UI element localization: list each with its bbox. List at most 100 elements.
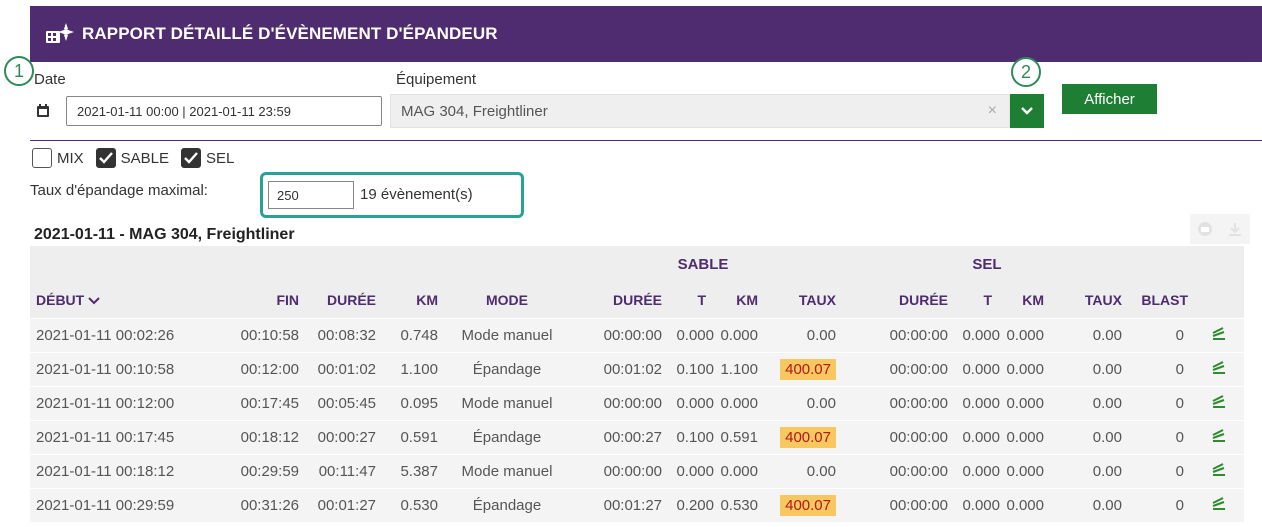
cell-actions bbox=[1194, 385, 1244, 420]
cell-s-km: 1.100 bbox=[714, 351, 764, 386]
cell-mode: Épandage bbox=[452, 351, 562, 386]
col-sel-t[interactable]: T bbox=[954, 282, 1000, 318]
chart-icon[interactable] bbox=[1210, 324, 1228, 342]
cell-blast: 0 bbox=[1130, 351, 1194, 386]
cell-debut: 2021-01-11 00:18:12 bbox=[30, 453, 220, 488]
print-icon[interactable] bbox=[1197, 221, 1213, 237]
col-debut[interactable]: DÉBUT bbox=[30, 282, 220, 318]
col-sel-km[interactable]: KM bbox=[1000, 282, 1050, 318]
table-row: 2021-01-11 00:17:45 00:18:12 00:00:27 0.591… bbox=[30, 419, 1244, 454]
group-header-empty bbox=[1130, 246, 1244, 282]
col-fin[interactable]: FIN bbox=[220, 282, 300, 318]
col-sable-km[interactable]: KM bbox=[714, 282, 764, 318]
cell-e-t: 0.000 bbox=[954, 453, 1000, 488]
checkbox-mix[interactable]: MIX bbox=[32, 148, 84, 168]
col-sable-duree[interactable]: DURÉE bbox=[562, 282, 668, 318]
chart-icon[interactable] bbox=[1210, 460, 1228, 478]
cell-s-t: 0.100 bbox=[668, 419, 714, 454]
col-sel-taux[interactable]: TAUX bbox=[1050, 282, 1130, 318]
spreader-report-icon bbox=[46, 23, 74, 43]
cell-fin: 00:29:59 bbox=[220, 453, 300, 488]
col-mode[interactable]: MODE bbox=[452, 282, 562, 318]
chart-icon[interactable] bbox=[1210, 426, 1228, 444]
checkbox-sel[interactable]: SEL bbox=[181, 148, 234, 168]
checkbox-box[interactable] bbox=[181, 148, 202, 168]
date-range-input[interactable] bbox=[66, 96, 382, 126]
cell-s-duree: 00:00:27 bbox=[562, 419, 668, 454]
date-label: Date bbox=[34, 71, 66, 88]
rate-exceeded-badge: 400.07 bbox=[780, 494, 836, 516]
chevron-down-icon bbox=[1021, 107, 1033, 115]
cell-debut: 2021-01-11 00:02:26 bbox=[30, 317, 220, 352]
checkbox-sable[interactable]: SABLE bbox=[95, 148, 169, 168]
cell-fin: 00:10:58 bbox=[220, 317, 300, 352]
cell-e-duree: 00:00:00 bbox=[844, 419, 954, 454]
cell-e-duree: 00:00:00 bbox=[844, 317, 954, 352]
max-rate-input[interactable] bbox=[268, 181, 354, 209]
cell-s-km: 0.530 bbox=[714, 487, 764, 522]
cell-s-t: 0.200 bbox=[668, 487, 714, 522]
table-row: 2021-01-11 00:02:26 00:10:58 00:08:32 0.748… bbox=[30, 317, 1244, 352]
cell-s-km: 0.000 bbox=[714, 317, 764, 352]
col-sel-duree[interactable]: DURÉE bbox=[844, 282, 954, 318]
cell-e-t: 0.000 bbox=[954, 351, 1000, 386]
col-km[interactable]: KM bbox=[382, 282, 452, 318]
cell-e-taux: 0.00 bbox=[1050, 385, 1130, 420]
cell-km: 0.748 bbox=[382, 317, 452, 352]
download-icon[interactable] bbox=[1227, 221, 1243, 237]
cell-km: 0.530 bbox=[382, 487, 452, 522]
cell-fin: 00:18:12 bbox=[220, 419, 300, 454]
cell-s-duree: 00:01:02 bbox=[562, 351, 668, 386]
checkbox-box[interactable] bbox=[95, 148, 116, 168]
cell-e-km: 0.000 bbox=[1000, 385, 1050, 420]
cell-s-t: 0.000 bbox=[668, 453, 714, 488]
cell-blast: 0 bbox=[1130, 487, 1194, 522]
calendar-icon[interactable] bbox=[36, 104, 50, 118]
cell-e-km: 0.000 bbox=[1000, 487, 1050, 522]
max-rate-label: Taux d'épandage maximal: bbox=[30, 182, 208, 199]
cell-s-duree: 00:00:00 bbox=[562, 317, 668, 352]
cell-e-taux: 0.00 bbox=[1050, 453, 1130, 488]
cell-s-duree: 00:00:00 bbox=[562, 453, 668, 488]
chart-icon[interactable] bbox=[1210, 358, 1228, 376]
cell-km: 0.095 bbox=[382, 385, 452, 420]
col-blast[interactable]: BLAST bbox=[1130, 282, 1194, 318]
cell-e-t: 0.000 bbox=[954, 487, 1000, 522]
equipment-dropdown-button[interactable] bbox=[1010, 94, 1044, 128]
chart-icon[interactable] bbox=[1210, 392, 1228, 410]
col-sable-t[interactable]: T bbox=[668, 282, 714, 318]
cell-blast: 0 bbox=[1130, 419, 1194, 454]
cell-duree: 00:05:45 bbox=[300, 385, 382, 420]
col-sable-taux[interactable]: TAUX bbox=[764, 282, 844, 318]
rate-exceeded-badge: 400.07 bbox=[780, 426, 836, 448]
chart-icon[interactable] bbox=[1210, 494, 1228, 512]
cell-s-km: 0.000 bbox=[714, 385, 764, 420]
cell-blast: 0 bbox=[1130, 453, 1194, 488]
product-filter-checkboxes: MIX SABLE SEL bbox=[32, 148, 246, 168]
cell-s-taux: 400.07 bbox=[764, 351, 844, 386]
cell-actions bbox=[1194, 419, 1244, 454]
checkmark-icon bbox=[98, 152, 113, 164]
cell-s-km: 0.591 bbox=[714, 419, 764, 454]
checkbox-box[interactable] bbox=[32, 148, 52, 168]
cell-e-t: 0.000 bbox=[954, 317, 1000, 352]
cell-e-taux: 0.00 bbox=[1050, 419, 1130, 454]
cell-e-duree: 00:00:00 bbox=[844, 385, 954, 420]
cell-fin: 00:12:00 bbox=[220, 351, 300, 386]
cell-s-km: 0.000 bbox=[714, 453, 764, 488]
table-row: 2021-01-11 00:12:00 00:17:45 00:05:45 0.095… bbox=[30, 385, 1244, 420]
cell-km: 0.591 bbox=[382, 419, 452, 454]
col-duree[interactable]: DURÉE bbox=[300, 282, 382, 318]
equipment-select[interactable]: MAG 304, Freightliner × bbox=[390, 94, 1010, 128]
cell-s-t: 0.100 bbox=[668, 351, 714, 386]
cell-fin: 00:17:45 bbox=[220, 385, 300, 420]
cell-e-taux: 0.00 bbox=[1050, 487, 1130, 522]
page-title: RAPPORT DÉTAILLÉ D'ÉVÈNEMENT D'ÉPANDEUR bbox=[82, 24, 498, 43]
cell-mode: Mode manuel bbox=[452, 385, 562, 420]
checkbox-label: SEL bbox=[206, 149, 235, 167]
show-button[interactable]: Afficher bbox=[1062, 84, 1157, 114]
clear-icon[interactable]: × bbox=[988, 102, 997, 120]
filter-divider bbox=[30, 140, 1262, 141]
cell-s-t: 0.000 bbox=[668, 385, 714, 420]
cell-duree: 00:08:32 bbox=[300, 317, 382, 352]
